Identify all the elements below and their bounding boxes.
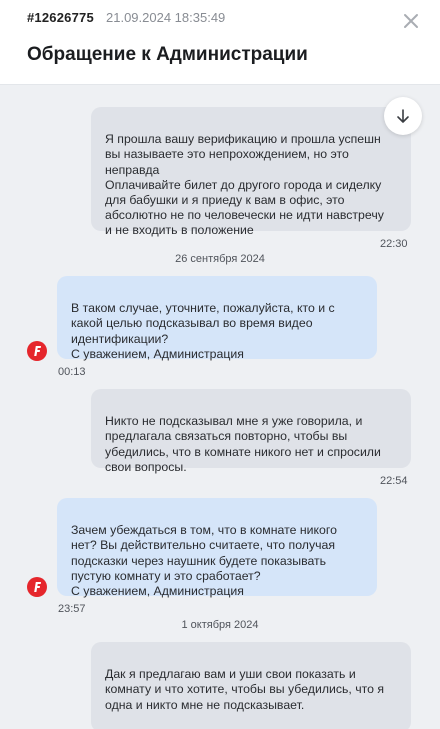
message-text: Я прошла вашу верификацию и прошла успеш…	[105, 132, 384, 238]
message-bubble-incoming: Зачем убеждаться в том, что в комнате ни…	[57, 498, 377, 599]
message-text: Зачем убеждаться в том, что в комнате ни…	[71, 523, 337, 599]
admin-avatar-logo	[27, 341, 47, 361]
message-bubble-outgoing: Дак я предлагаю вам и уши свои показать …	[91, 642, 411, 729]
message-bubble-outgoing: Никто не подсказывал мне я уже говорила,…	[91, 389, 411, 474]
message-time: 23:57	[58, 603, 86, 615]
ticket-datetime: 21.09.2024 18:35:49	[106, 10, 226, 25]
message-time: 22:54	[380, 475, 408, 487]
page-title: Обращение к Администрации	[27, 44, 308, 65]
message-time: 00:13	[58, 366, 86, 378]
close-button[interactable]	[400, 10, 422, 32]
message-text: Дак я предлагаю вам и уши свои показать …	[105, 667, 385, 712]
dialog-header: #12626775 21.09.2024 18:35:49 Обращение …	[0, 0, 440, 85]
message-bubble-incoming: В таком случае, уточните, пожалуйста, кт…	[57, 276, 377, 361]
arrow-down-icon	[397, 109, 409, 123]
message-bubble-outgoing: Я прошла вашу верификацию и прошла успеш…	[91, 107, 411, 237]
admin-avatar-logo	[27, 577, 47, 597]
ticket-id: #12626775	[27, 10, 94, 25]
close-icon	[404, 14, 418, 28]
message-text: Никто не подсказывал мне я уже говорила,…	[105, 414, 381, 474]
scroll-down-button[interactable]	[384, 97, 422, 135]
date-separator: 1 октября 2024	[181, 619, 259, 631]
message-text: В таком случае, уточните, пожалуйста, кт…	[71, 301, 335, 361]
date-separator: 26 сентября 2024	[175, 253, 265, 265]
chat-messages[interactable]: Я прошла вашу верификацию и прошла успеш…	[0, 85, 440, 729]
message-time: 22:30	[380, 238, 408, 250]
